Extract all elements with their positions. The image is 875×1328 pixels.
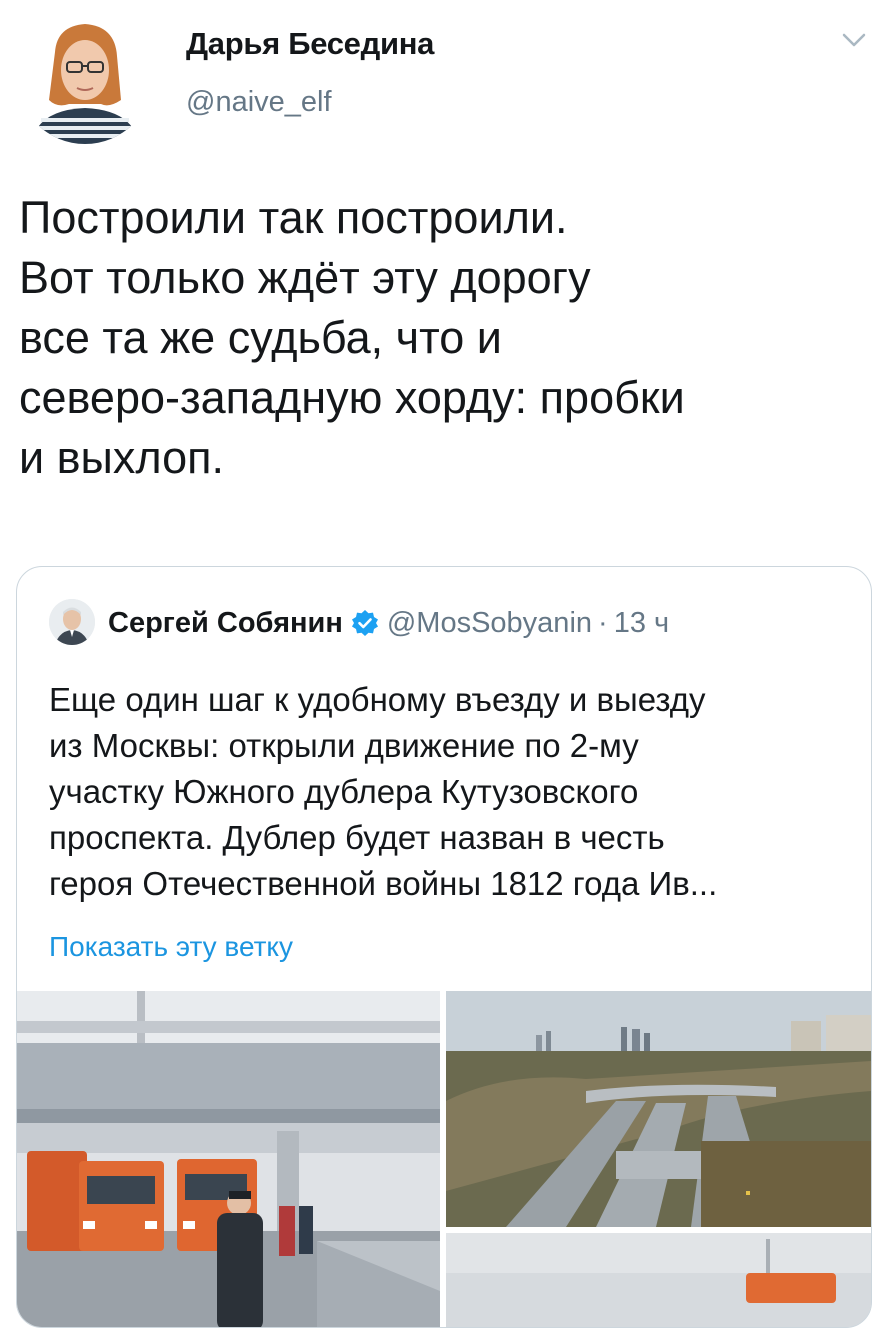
chevron-down-icon[interactable]: [840, 30, 868, 50]
author-name[interactable]: Дарья Беседина: [186, 26, 434, 62]
tweet-line: Вот только ждёт эту дорогу: [19, 252, 591, 303]
quoted-line: героя Отечественной войны 1812 года Ив..…: [49, 865, 718, 902]
show-thread-link[interactable]: Показать эту ветку: [49, 931, 293, 963]
quoted-tweet-text: Еще один шаг к удобному въезду и выезду …: [49, 677, 849, 907]
author-avatar[interactable]: [17, 8, 153, 144]
quoted-line: из Москвы: открыли движение по 2-му: [49, 727, 639, 764]
tweet-text: Построили так построили. Вот только ждёт…: [19, 188, 869, 488]
separator-dot: ·: [598, 606, 608, 639]
quoted-author-avatar[interactable]: [49, 599, 95, 645]
verified-badge-icon: [351, 609, 379, 637]
tweet-line: и выхлоп.: [19, 432, 225, 483]
quoted-line: участку Южного дублера Кутузовского: [49, 773, 639, 810]
tweet-line: северо-западную хорду: пробки: [19, 372, 685, 423]
photo-construction[interactable]: [446, 1233, 871, 1327]
quoted-tweet-card[interactable]: Сергей Собянин @MosSobyanin · 13 ч Еще о…: [16, 566, 872, 1328]
quoted-tweet-header: Сергей Собянин @MosSobyanin · 13 ч: [108, 603, 669, 643]
tweet-line: Построили так построили.: [19, 192, 568, 243]
photo-trucks-on-road[interactable]: [17, 991, 440, 1327]
tweet-line: все та же судьба, что и: [19, 312, 502, 363]
photo-aerial-highway[interactable]: [446, 991, 871, 1227]
quoted-line: Еще один шаг к удобному въезду и выезду: [49, 681, 706, 718]
quoted-author-name[interactable]: Сергей Собянин: [108, 607, 343, 640]
quoted-timestamp[interactable]: 13 ч: [614, 607, 669, 640]
quoted-line: проспекта. Дублер будет назван в честь: [49, 819, 665, 856]
quoted-author-handle[interactable]: @MosSobyanin: [387, 607, 592, 640]
author-handle[interactable]: @naive_elf: [186, 86, 332, 119]
